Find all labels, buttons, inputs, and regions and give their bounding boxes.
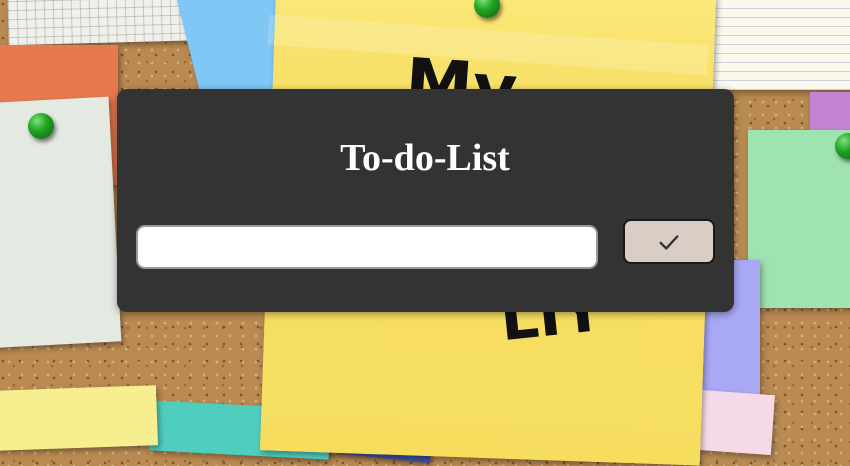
lined-paper-note <box>696 0 850 90</box>
check-icon <box>659 234 679 250</box>
white-note <box>0 96 122 349</box>
page-title: To-do-List <box>340 137 510 179</box>
todo-panel <box>117 89 734 312</box>
add-task-button[interactable] <box>623 219 715 264</box>
todo-input[interactable] <box>136 225 598 269</box>
small-yellow-note <box>0 385 158 451</box>
